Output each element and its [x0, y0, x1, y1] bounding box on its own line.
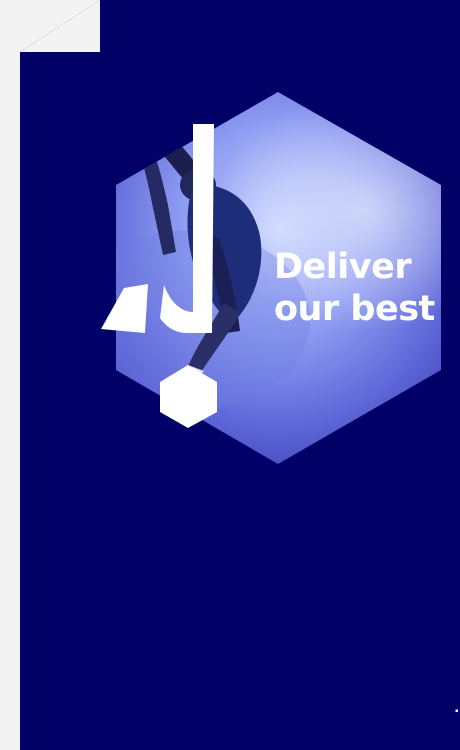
edge-marker: ▪	[455, 706, 459, 717]
panel-corner-cut	[20, 0, 100, 52]
tagline-line-2: our best	[274, 289, 435, 329]
hero-tagline: Deliver our best	[274, 246, 435, 330]
hero-panel	[20, 0, 460, 750]
slide-viewport: Deliver our best ▪	[0, 0, 460, 750]
tagline-line-1: Deliver	[274, 247, 412, 287]
